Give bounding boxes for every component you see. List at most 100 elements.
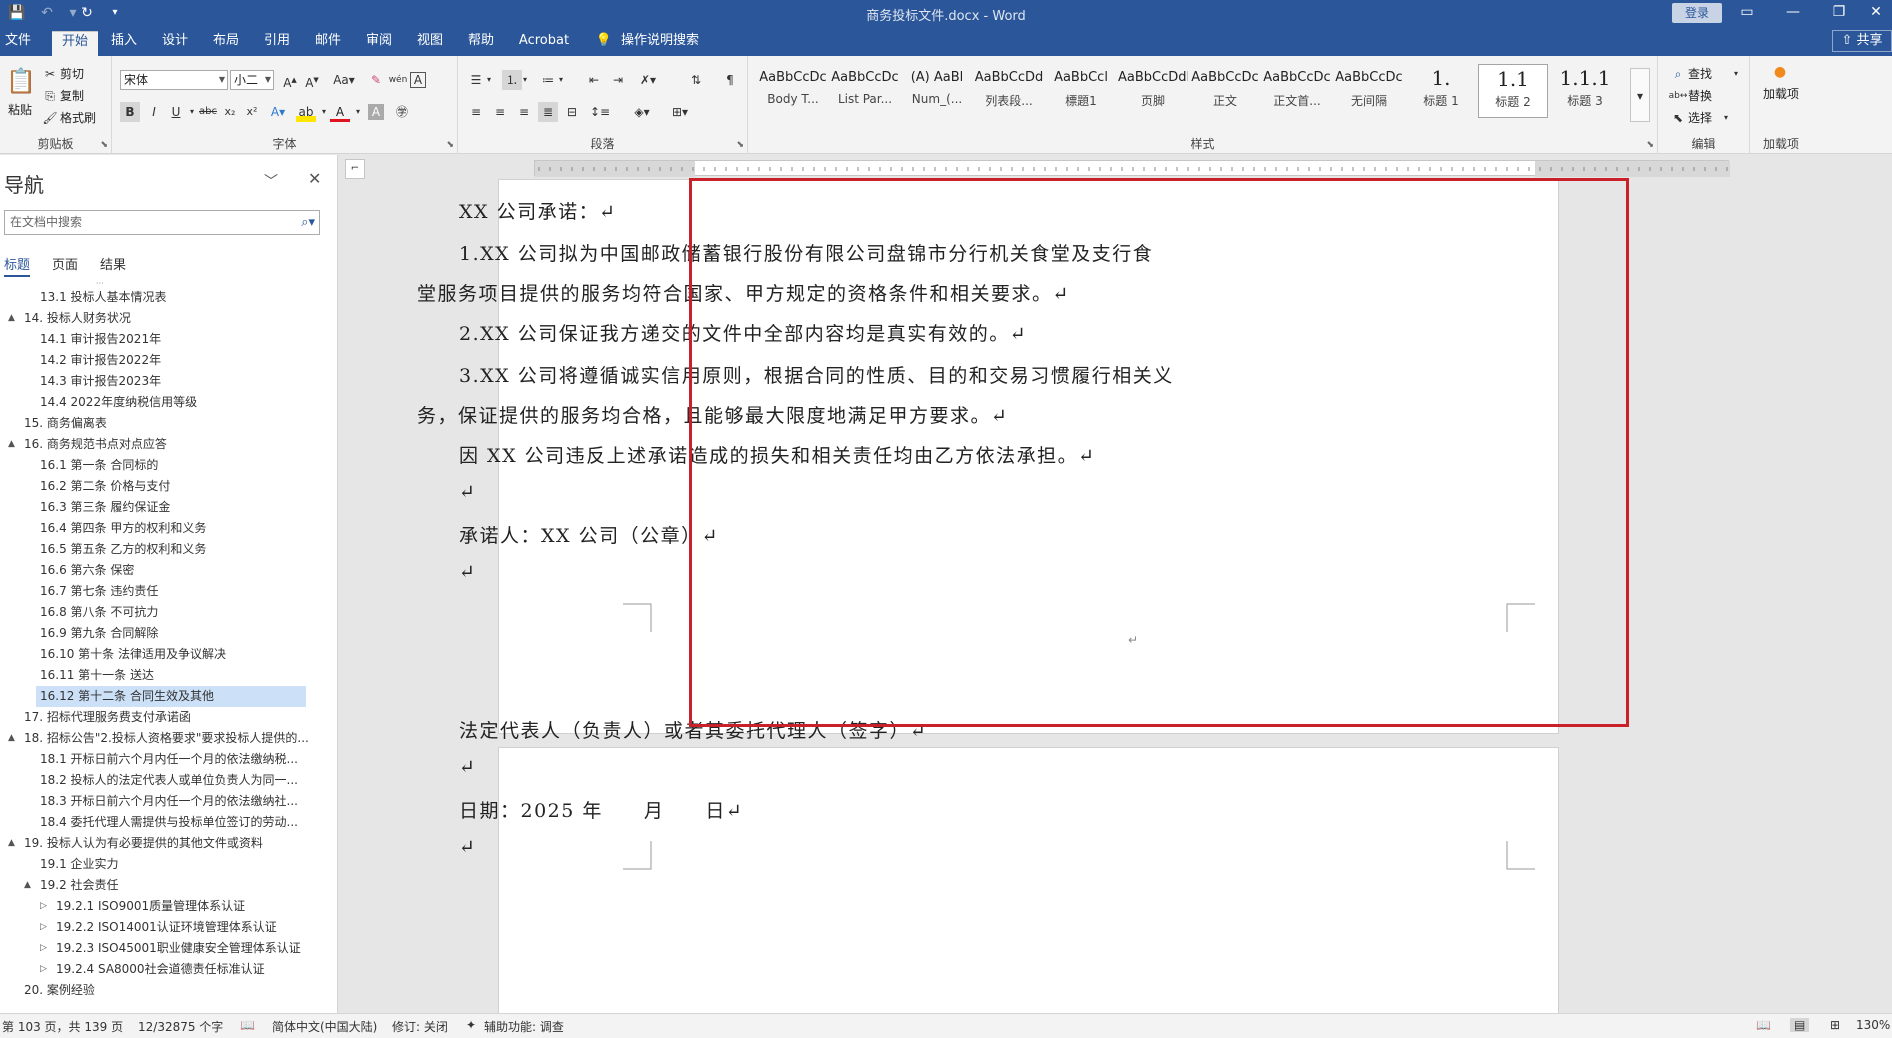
select-icon[interactable]: ⬉ [1668, 108, 1688, 128]
search-icon[interactable]: ⌕ [1668, 64, 1688, 84]
styles-more-icon[interactable]: ▾ [1630, 68, 1650, 122]
lightbulb-icon[interactable]: 💡 [594, 31, 614, 56]
nav-heading-item[interactable]: 18.2 投标人的法定代表人或单位负责人为同一... [40, 770, 310, 791]
document-line[interactable]: ↵ [459, 481, 476, 503]
tab-results[interactable]: 结果 [100, 254, 126, 273]
font-color-dropdown-icon[interactable]: ▾ [348, 102, 368, 122]
style-item[interactable]: AaBbCcDd 列表段... [974, 64, 1044, 118]
italic-icon[interactable]: I [144, 102, 164, 122]
nav-heading-item[interactable]: 16.8 第八条 不可抗力 [40, 602, 310, 623]
document-line[interactable]: 承诺人：XX 公司（公章）↵ [459, 521, 719, 548]
document-line[interactable]: 务，保证提供的服务均合格，且能够最大限度地满足甲方要求。↵ [417, 401, 1008, 428]
nav-heading-item[interactable]: 16.5 第五条 乙方的权利和义务 [40, 539, 310, 560]
enclose-characters-icon[interactable]: ㊫ [392, 102, 412, 122]
tab-references[interactable]: 引用 [257, 31, 297, 56]
style-item[interactable]: AaBbCcDdE 页脚 [1118, 64, 1188, 118]
font-size-select[interactable]: 小二 ▼ [230, 70, 274, 90]
style-item[interactable]: 1. 标题 1 [1406, 64, 1476, 118]
tell-me-search[interactable]: 操作说明搜索 [618, 31, 702, 56]
numbering-icon[interactable]: ⒈ [502, 70, 522, 90]
nav-heading-item[interactable]: 16.3 第三条 履约保证金 [40, 497, 310, 518]
nav-heading-item[interactable]: 16.12 第十二条 合同生效及其他 [40, 686, 310, 707]
nav-heading-item[interactable]: 14.2 审计报告2022年 [40, 350, 310, 371]
format-painter-icon[interactable]: 🖌 [40, 108, 60, 128]
nav-heading-item[interactable]: 16.11 第十一条 送达 [40, 665, 310, 686]
word-count[interactable]: 12/32875 个字 [138, 1018, 223, 1035]
paste-icon[interactable]: 📋 [6, 66, 36, 96]
nav-search-input[interactable]: 在文档中搜索 ⌕▾ [4, 210, 320, 235]
sort-icon[interactable]: ⇅ [686, 70, 706, 90]
style-item[interactable]: AaBbCcDc 正文首... [1262, 64, 1332, 118]
nav-heading-item[interactable]: 16.2 第二条 价格与支付 [40, 476, 310, 497]
minimize-icon[interactable]: — [1770, 0, 1816, 26]
nav-heading-item[interactable]: 18.4 委托代理人需提供与投标单位签订的劳动... [40, 812, 310, 833]
track-changes-status[interactable]: 修订: 关闭 [392, 1018, 448, 1035]
phonetic-guide-icon[interactable]: wén [388, 70, 408, 90]
document-line[interactable]: ↵ [459, 756, 476, 778]
subscript-icon[interactable]: x₂ [220, 102, 240, 122]
document-line[interactable]: 1.XX 公司拟为中国邮政储蓄银行股份有限公司盘锦市分行机关食堂及支行食 [459, 239, 1153, 266]
character-border-icon[interactable]: A [410, 72, 426, 88]
style-item[interactable]: AaBbCcDc Body T... [758, 64, 828, 118]
dialog-launcher-icon[interactable]: ⬊ [100, 140, 108, 150]
expand-arrow-icon[interactable]: ▷ [40, 938, 47, 959]
collapse-arrow-icon[interactable]: ▲ [8, 833, 15, 854]
tab-layout[interactable]: 布局 [206, 31, 246, 56]
nav-heading-item[interactable]: 18.3 开标日前六个月内任一个月的依法缴纳社... [40, 791, 310, 812]
document-line[interactable]: ↵ [459, 836, 476, 858]
align-center-icon[interactable]: ≡ [490, 102, 510, 122]
print-layout-icon[interactable]: ▤ [1790, 1018, 1810, 1032]
bullets-dropdown-icon[interactable]: ▾ [484, 70, 494, 90]
tab-acrobat[interactable]: Acrobat [514, 31, 574, 56]
text-effects-icon[interactable]: A▾ [268, 102, 288, 122]
nav-heading-item[interactable]: 14.4 2022年度纳税信用等级 [40, 392, 310, 413]
character-shading-icon[interactable]: A [368, 104, 384, 120]
nav-heading-item[interactable]: 19.2.4 SA8000社会道德责任标准认证 [56, 959, 310, 980]
document-line[interactable]: 法定代表人（负责人）或者其委托代理人（签字）↵ [459, 716, 927, 743]
tab-headings[interactable]: 标题 [4, 254, 31, 277]
document-line[interactable]: 因 XX 公司违反上述承诺造成的损失和相关责任均由乙方依法承担。↵ [459, 441, 1096, 468]
tab-mailings[interactable]: 邮件 [308, 31, 348, 56]
document-line[interactable]: 3.XX 公司将遵循诚实信用原则，根据合同的性质、目的和交易习惯履行相关义 [459, 361, 1174, 388]
nav-heading-item[interactable]: 16.9 第九条 合同解除 [40, 623, 310, 644]
accessibility-status[interactable]: 辅助功能: 调查 [484, 1018, 564, 1035]
copy-button[interactable]: 复制 [60, 86, 84, 106]
collapse-arrow-icon[interactable]: ▲ [24, 875, 31, 896]
highlight-color-icon[interactable]: ab [296, 102, 316, 122]
login-button[interactable]: 登录 [1672, 3, 1722, 23]
ribbon-display-options-icon[interactable]: ▭ [1724, 0, 1770, 26]
strikethrough-icon[interactable]: abc [198, 102, 218, 122]
nav-heading-item[interactable]: 14.1 审计报告2021年 [40, 329, 310, 350]
document-page[interactable] [498, 747, 1559, 1013]
style-item[interactable]: AaBbCcDc 正文 [1190, 64, 1260, 118]
read-mode-icon[interactable]: 📖 [1756, 1018, 1771, 1032]
nav-heading-item[interactable]: 19. 投标人认为有必要提供的其他文件或资料 [24, 833, 310, 854]
share-button[interactable]: ⇧ 共享 [1832, 30, 1892, 52]
nav-heading-item[interactable]: 19.2.1 ISO9001质量管理体系认证 [56, 896, 310, 917]
expand-arrow-icon[interactable]: ▷ [40, 917, 47, 938]
collapse-arrow-icon[interactable]: ▲ [8, 434, 15, 455]
align-right-icon[interactable]: ≡ [514, 102, 534, 122]
find-dropdown-icon[interactable]: ▾ [1726, 64, 1746, 84]
search-icon[interactable]: ⌕▾ [301, 211, 315, 234]
language-status[interactable]: 简体中文(中国大陆) [272, 1018, 377, 1035]
distributed-icon[interactable]: ⊟ [562, 102, 582, 122]
multilevel-list-icon[interactable]: ≔ [538, 70, 558, 90]
multilevel-dropdown-icon[interactable]: ▾ [556, 70, 566, 90]
replace-icon[interactable]: ab↔ [1668, 86, 1688, 106]
cut-button[interactable]: 剪切 [60, 64, 84, 84]
dialog-launcher-icon[interactable]: ⬊ [1646, 140, 1654, 150]
nav-heading-item[interactable]: 18. 招标公告"2.投标人资格要求"要求投标人提供的... [24, 728, 310, 749]
nav-heading-item[interactable]: 13.1 投标人基本情况表 [40, 287, 310, 308]
numbering-dropdown-icon[interactable]: ▾ [520, 70, 530, 90]
expand-arrow-icon[interactable]: ▷ [40, 896, 47, 917]
borders-icon[interactable]: ⊞▾ [670, 102, 690, 122]
nav-heading-item[interactable]: 16.4 第四条 甲方的权利和义务 [40, 518, 310, 539]
web-layout-icon[interactable]: ⊞ [1830, 1018, 1840, 1032]
superscript-icon[interactable]: x² [242, 102, 262, 122]
find-button[interactable]: 查找 [1688, 64, 1712, 84]
nav-heading-item[interactable]: 16.7 第七条 违约责任 [40, 581, 310, 602]
collapse-arrow-icon[interactable]: ▲ [8, 308, 15, 329]
tab-design[interactable]: 设计 [155, 31, 195, 56]
tab-file[interactable]: 文件 [0, 31, 36, 56]
